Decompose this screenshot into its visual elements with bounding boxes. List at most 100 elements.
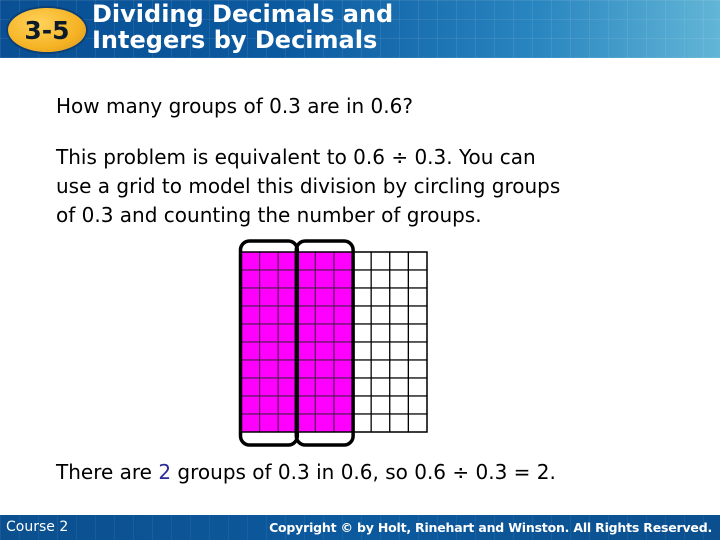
lesson-badge: 3-5: [8, 8, 86, 52]
grid-cell: [351, 377, 372, 397]
grid-cell-shaded: [314, 269, 335, 289]
grid-cell: [370, 305, 391, 325]
grid-cell-shaded: [259, 305, 279, 325]
grid-cell: [407, 323, 428, 343]
answer-highlight: 2: [158, 460, 172, 484]
grid-cell: [407, 269, 428, 289]
grid-cell: [407, 287, 428, 307]
header-banner: 3-5 Dividing Decimals and Integers by De…: [0, 0, 720, 58]
grid-cell: [351, 359, 372, 379]
grid-cell-shaded: [259, 323, 279, 343]
lesson-title-line1: Dividing Decimals and: [92, 0, 394, 28]
grid-cell-shaded: [277, 251, 298, 271]
grid-cell-shaded: [259, 377, 279, 397]
grid-cell-shaded: [314, 413, 335, 433]
grid-cell-shaded: [296, 395, 317, 415]
grid-cell-shaded: [259, 359, 279, 379]
grid-cell-shaded: [333, 287, 354, 307]
explanation-text: This problem is equivalent to 0.6 ÷ 0.3.…: [56, 143, 696, 230]
grid-cell-shaded: [259, 269, 279, 289]
grid-svg: [238, 239, 428, 447]
grid-cell-shaded: [296, 269, 317, 289]
grid-cell-shaded: [240, 377, 261, 397]
grid-cell: [389, 413, 410, 433]
grid-cell-shaded: [296, 251, 317, 271]
grid-cell: [370, 323, 391, 343]
grid-cell-shaded: [333, 413, 354, 433]
grid-cell: [389, 341, 410, 361]
grid-cell-shaded: [277, 323, 298, 343]
grid-cell-shaded: [296, 287, 317, 307]
grid-cell: [351, 269, 372, 289]
grid-cell-shaded: [277, 305, 298, 325]
explanation-line: This problem is equivalent to 0.6 ÷ 0.3.…: [56, 145, 536, 169]
grid-cell-shaded: [277, 287, 298, 307]
grid-cell-shaded: [314, 287, 335, 307]
grid-cell-shaded: [333, 305, 354, 325]
grid-cell-shaded: [259, 413, 279, 433]
grid-cell-shaded: [333, 251, 354, 271]
grid-cell: [351, 323, 372, 343]
grid-cell: [351, 395, 372, 415]
grid-cell-shaded: [277, 359, 298, 379]
grid-cell-shaded: [259, 251, 279, 271]
answer-suffix: groups of 0.3 in 0.6, so 0.6 ÷ 0.3 = 2.: [171, 460, 556, 484]
grid-cell: [407, 359, 428, 379]
grid-cell: [389, 377, 410, 397]
grid-cell-shaded: [296, 341, 317, 361]
grid-cell: [351, 305, 372, 325]
grid-cell-shaded: [296, 359, 317, 379]
grid-cell-shaded: [314, 395, 335, 415]
grid-cell-shaded: [240, 269, 261, 289]
grid-cell: [351, 251, 372, 271]
copyright-notice: Copyright © by Holt, Rinehart and Winsto…: [269, 520, 712, 535]
grid-cell-shaded: [333, 341, 354, 361]
grid-cell: [370, 377, 391, 397]
grid-cell-shaded: [333, 269, 354, 289]
answer-text: There are 2 groups of 0.3 in 0.6, so 0.6…: [56, 460, 556, 484]
grid-cell: [407, 341, 428, 361]
grid-cell: [370, 287, 391, 307]
grid-cell-shaded: [296, 413, 317, 433]
lesson-title: Dividing Decimals and Integers by Decima…: [92, 1, 393, 53]
grid-cell: [407, 305, 428, 325]
grid-cell: [370, 341, 391, 361]
grid-cell: [370, 269, 391, 289]
grid-cell-shaded: [314, 251, 335, 271]
grid-cell: [351, 413, 372, 433]
grid-cell-shaded: [296, 305, 317, 325]
grid-cell-shaded: [314, 377, 335, 397]
answer-prefix: There are: [56, 460, 159, 484]
grid-cell-shaded: [259, 287, 279, 307]
grid-cell-shaded: [277, 377, 298, 397]
grid-cell-shaded: [240, 413, 261, 433]
grid-cell-shaded: [296, 323, 317, 343]
footer-bar: Course 2 Copyright © by Holt, Rinehart a…: [0, 515, 720, 540]
grid-cell-shaded: [296, 377, 317, 397]
grid-cell-shaded: [314, 341, 335, 361]
grid-cell-shaded: [277, 395, 298, 415]
grid-cell: [407, 413, 428, 433]
grid-cell-shaded: [240, 359, 261, 379]
grid-cell-shaded: [314, 323, 335, 343]
grid-cell: [407, 395, 428, 415]
grid-cell-shaded: [240, 287, 261, 307]
grid-cell: [407, 377, 428, 397]
grid-cell-shaded: [277, 269, 298, 289]
grid-cell-shaded: [240, 323, 261, 343]
grid-cell-shaded: [333, 359, 354, 379]
grid-cell-shaded: [240, 341, 261, 361]
grid-cell-shaded: [240, 251, 261, 271]
decimal-grid-model: [232, 236, 442, 451]
grid-cell: [370, 395, 391, 415]
grid-cell-shaded: [240, 395, 261, 415]
grid-cell-shaded: [314, 359, 335, 379]
grid-cell: [407, 251, 428, 271]
grid-cell: [389, 287, 410, 307]
grid-cell: [370, 251, 391, 271]
grid-cell-shaded: [259, 395, 279, 415]
grid-cell: [370, 413, 391, 433]
grid-cell-shaded: [333, 323, 354, 343]
grid-cell-shaded: [277, 341, 298, 361]
explanation-line: use a grid to model this division by cir…: [56, 174, 561, 198]
